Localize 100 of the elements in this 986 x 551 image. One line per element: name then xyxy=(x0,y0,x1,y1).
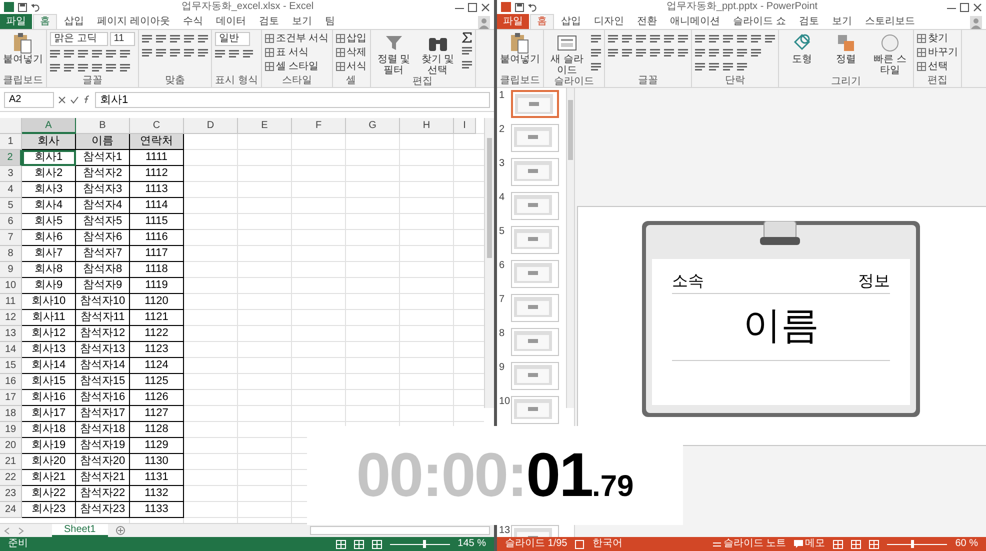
column-header[interactable]: B xyxy=(76,118,130,134)
undo-icon[interactable] xyxy=(528,2,537,12)
column-header[interactable]: C xyxy=(130,118,184,134)
view-icon[interactable] xyxy=(372,540,382,548)
ribbon-button[interactable]: 표 서식 xyxy=(264,46,329,59)
ribbon-button[interactable]: 빠른 스타일 xyxy=(870,32,910,76)
slide-thumbnail[interactable] xyxy=(511,260,559,288)
close-icon[interactable] xyxy=(481,2,490,12)
notes-button[interactable]: 슬라이드 노트 xyxy=(713,537,786,551)
ribbon-tab[interactable]: 검토 xyxy=(252,14,285,29)
ribbon-button[interactable]: 셀 스타일 xyxy=(264,60,329,73)
zoom-slider[interactable] xyxy=(887,540,948,548)
close-icon[interactable] xyxy=(973,2,982,12)
ribbon-button[interactable]: 붙여넣기 xyxy=(3,32,43,65)
dropdown-field[interactable]: 일반 xyxy=(215,32,250,46)
slide-thumbnail[interactable] xyxy=(511,362,559,390)
ribbon-button[interactable]: 삽입 xyxy=(336,32,367,45)
column-header[interactable]: F xyxy=(292,118,346,134)
row-header[interactable]: 18 xyxy=(0,406,22,422)
ribbon-tab[interactable]: 전환 xyxy=(631,14,663,29)
slide-thumbnail[interactable] xyxy=(511,396,559,424)
save-icon[interactable] xyxy=(18,2,27,12)
ribbon-tab[interactable]: 팀 xyxy=(318,14,341,29)
maximize-icon[interactable] xyxy=(960,2,969,12)
maximize-icon[interactable] xyxy=(468,2,477,12)
view-icon[interactable] xyxy=(336,540,346,548)
ribbon-button[interactable]: 정렬 및 필터 xyxy=(374,32,414,76)
ribbon-tab[interactable]: 홈 xyxy=(33,14,57,29)
slide-thumbnail[interactable] xyxy=(511,90,559,118)
ribbon-tab[interactable]: 슬라이드 쇼 xyxy=(727,14,792,29)
column-header[interactable]: I xyxy=(454,118,476,134)
column-header[interactable]: G xyxy=(346,118,400,134)
ribbon-tab[interactable]: 홈 xyxy=(530,14,554,29)
comments-button[interactable]: 메모 xyxy=(794,537,826,551)
slider-thumb[interactable] xyxy=(422,540,426,548)
name-box[interactable]: A2 xyxy=(4,92,54,108)
horizontal-scrollbar[interactable] xyxy=(310,526,490,535)
row-header[interactable]: 8 xyxy=(0,246,22,262)
ribbon-tab[interactable]: 검토 xyxy=(792,14,825,29)
ribbon-tab[interactable]: 삽입 xyxy=(58,14,90,29)
slide-thumbnail[interactable] xyxy=(511,192,559,220)
vertical-scrollbar[interactable] xyxy=(484,118,494,408)
ribbon-tab[interactable]: 파일 xyxy=(0,14,32,29)
slider-thumb[interactable] xyxy=(911,540,914,548)
view-icon[interactable] xyxy=(851,540,862,548)
ribbon-tab[interactable]: 보기 xyxy=(826,14,858,29)
ribbon-button[interactable]: 정렬 xyxy=(826,32,866,65)
ribbon-tab[interactable]: 삽입 xyxy=(555,14,587,29)
dropdown-field[interactable]: 11 xyxy=(110,32,136,46)
slide-thumbnail[interactable] xyxy=(511,158,559,186)
dropdown-field[interactable]: 맑은 고딕 xyxy=(50,32,108,46)
function-icon[interactable] xyxy=(83,95,91,104)
row-header[interactable]: 24 xyxy=(0,502,22,518)
slide-thumbnail[interactable] xyxy=(511,328,559,356)
ribbon-button[interactable]: 조건부 서식 xyxy=(264,32,329,45)
ribbon-button[interactable]: 서식 xyxy=(336,60,367,73)
ribbon-tab[interactable]: 파일 xyxy=(497,14,529,29)
view-icon[interactable] xyxy=(354,540,364,548)
ribbon-button[interactable]: 삭제 xyxy=(336,46,367,59)
ribbon-button[interactable]: 찾기 xyxy=(917,32,958,45)
ribbon-button[interactable]: 찾기 및 선택 xyxy=(418,32,458,76)
ribbon-button[interactable]: 도형 xyxy=(782,32,822,65)
ribbon-tab[interactable]: 데이터 xyxy=(210,14,252,29)
row-header[interactable]: 12 xyxy=(0,310,22,326)
ribbon-tab[interactable]: 수식 xyxy=(176,14,209,29)
prev-sheet-icon[interactable] xyxy=(4,526,10,534)
row-header[interactable]: 23 xyxy=(0,486,22,502)
row-header[interactable]: 19 xyxy=(0,422,22,438)
row-header[interactable]: 9 xyxy=(0,262,22,278)
column-header[interactable]: D xyxy=(184,118,238,134)
check-icon[interactable] xyxy=(70,96,79,104)
ribbon-button[interactable]: 새 슬라이드 xyxy=(547,32,587,76)
ribbon-tab[interactable]: 페이지 레이아웃 xyxy=(91,14,176,29)
slide-thumbnail[interactable] xyxy=(511,226,559,254)
vertical-scrollbar[interactable] xyxy=(566,88,574,408)
row-header[interactable]: 21 xyxy=(0,454,22,470)
row-header[interactable]: 7 xyxy=(0,230,22,246)
ribbon-tab[interactable]: 스토리보드 xyxy=(858,14,921,29)
view-icon[interactable] xyxy=(833,540,844,548)
column-header[interactable]: H xyxy=(400,118,454,134)
view-icon[interactable] xyxy=(869,540,880,548)
row-header[interactable]: 22 xyxy=(0,470,22,486)
cancel-icon[interactable] xyxy=(58,96,66,104)
slide-thumbnail[interactable] xyxy=(511,124,559,152)
row-header[interactable]: 16 xyxy=(0,374,22,390)
row-header[interactable]: 15 xyxy=(0,358,22,374)
row-header[interactable]: 4 xyxy=(0,182,22,198)
row-header[interactable]: 11 xyxy=(0,294,22,310)
row-header[interactable]: 20 xyxy=(0,438,22,454)
formula-bar[interactable]: 회사1 xyxy=(95,92,490,108)
ribbon-button[interactable]: 선택 xyxy=(917,60,958,73)
row-header[interactable]: 2 xyxy=(0,150,22,166)
zoom-slider[interactable] xyxy=(390,540,450,548)
row-header[interactable]: 13 xyxy=(0,326,22,342)
ribbon-tab[interactable]: 애니메이션 xyxy=(664,14,726,29)
row-header[interactable]: 3 xyxy=(0,166,22,182)
next-sheet-icon[interactable] xyxy=(18,526,24,534)
undo-icon[interactable] xyxy=(31,2,40,12)
add-sheet-icon[interactable] xyxy=(116,526,125,535)
column-header[interactable]: E xyxy=(238,118,292,134)
